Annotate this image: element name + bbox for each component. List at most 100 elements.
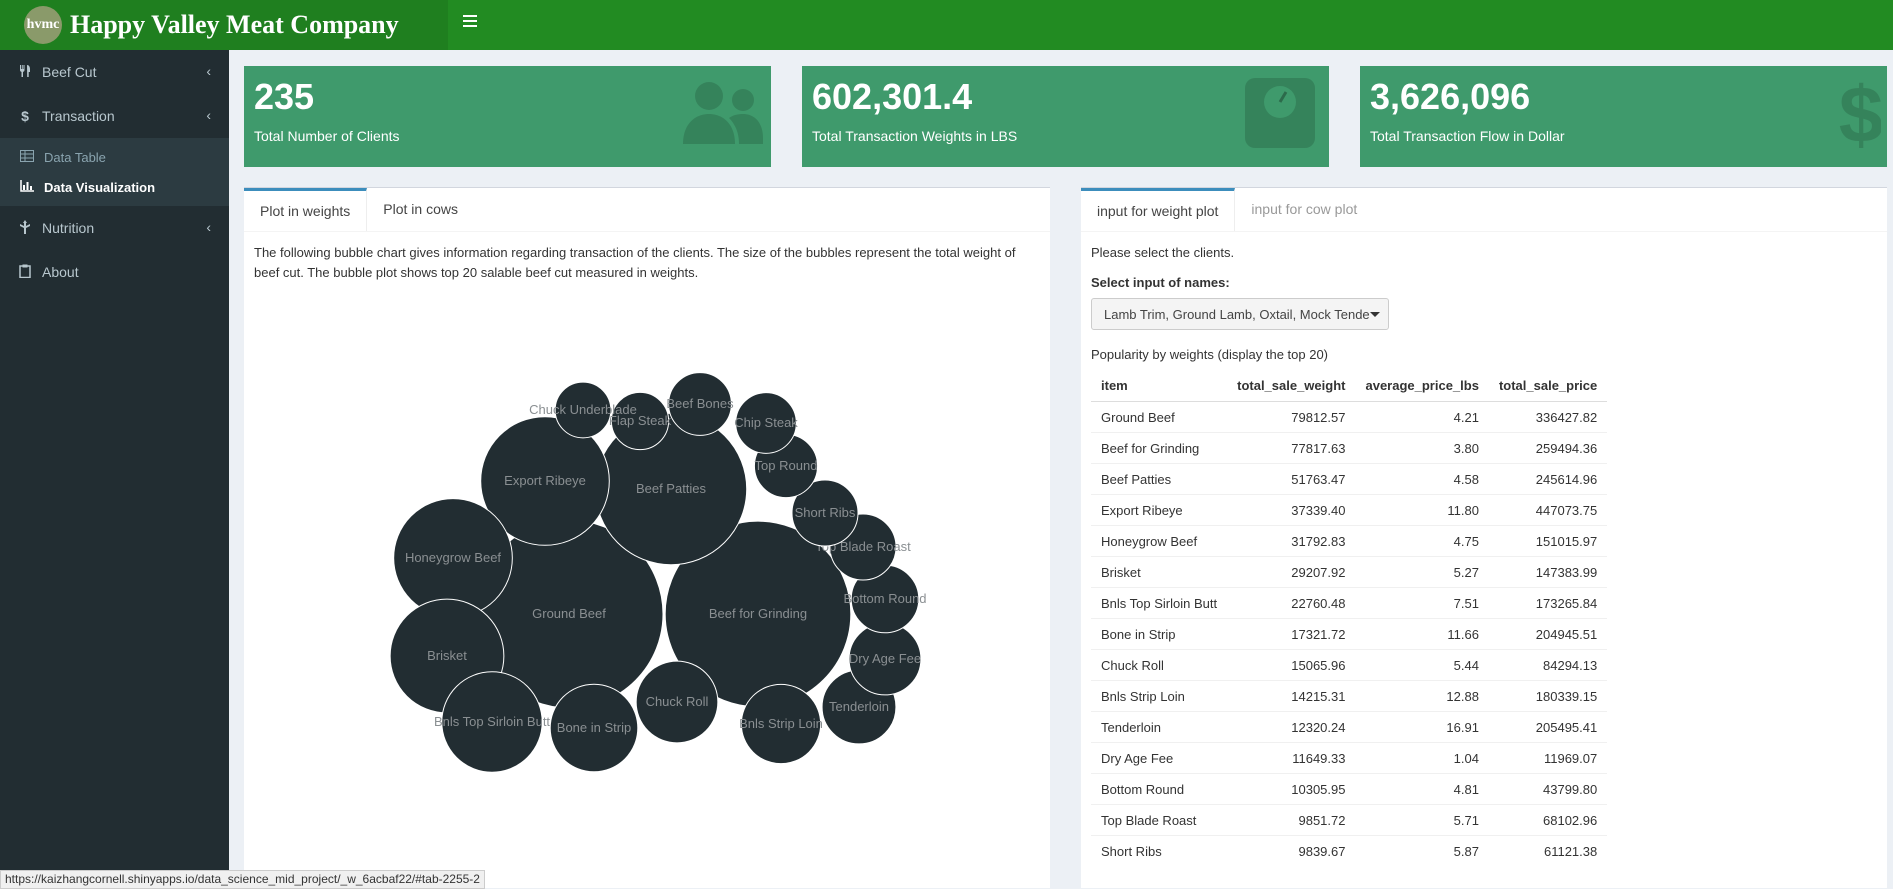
bubble-label: Tenderloin: [829, 699, 889, 714]
chevron-left-icon: ‹: [206, 107, 211, 123]
sidebar-item-data-table[interactable]: Data Table: [0, 142, 229, 172]
sidebar-item-beef-cut[interactable]: Beef Cut ‹: [0, 50, 229, 94]
value-box-label: Total Transaction Flow in Dollar: [1370, 128, 1565, 144]
plot-tabbox: Plot in weights Plot in cows The followi…: [244, 187, 1050, 888]
dollar-icon: $: [1839, 78, 1881, 148]
sidebar-subitem-label: Data Visualization: [44, 179, 156, 195]
table-row: Honeygrow Beef 31792.83 4.75 151015.97: [1091, 525, 1608, 557]
table-cell: 204945.51: [1488, 618, 1608, 650]
table-cell: 77817.63: [1227, 432, 1356, 464]
svg-text:$: $: [1839, 78, 1881, 148]
column-header[interactable]: average_price_lbs: [1355, 370, 1489, 402]
table-row: Bnls Top Sirloin Butt 22760.48 7.51 173265.…: [1091, 587, 1608, 619]
value-box-number: 602,301.4: [812, 76, 973, 117]
input-tabs: input for weight plot input for cow plot: [1081, 188, 1887, 232]
users-icon: [683, 82, 763, 144]
table-cell: 29207.92: [1227, 556, 1356, 588]
table-header-row: item total_sale_weight average_price_lbs…: [1091, 370, 1608, 402]
table-cell: 1.04: [1355, 742, 1489, 774]
value-box-dollars: 3,626,096 Total Transaction Flow in Doll…: [1360, 66, 1887, 167]
top-navbar: hvmc Happy Valley Meat Company: [0, 0, 1893, 50]
value-box-label: Total Transaction Weights in LBS: [812, 128, 1018, 144]
table-cell: 11.66: [1355, 618, 1489, 650]
table-cell: Chuck Roll: [1091, 649, 1228, 681]
utensils-icon: [16, 64, 34, 81]
bubble-label: Dry Age Fee: [849, 651, 921, 666]
table-row: Bnls Strip Loin 14215.31 12.88 180339.15: [1091, 680, 1608, 712]
select-label: Select input of names:: [1091, 275, 1230, 290]
tab-plot-in-cows[interactable]: Plot in cows: [367, 188, 474, 231]
column-header[interactable]: total_sale_weight: [1227, 370, 1356, 402]
table-cell: 4.75: [1355, 525, 1489, 557]
table-cell: Bnls Top Sirloin Butt: [1091, 587, 1228, 619]
bubble-label: Top Round: [755, 458, 818, 473]
table-cell: 15065.96: [1227, 649, 1356, 681]
table-cell: 61121.38: [1488, 835, 1608, 866]
select-prompt: Please select the clients.: [1091, 245, 1235, 260]
table-cell: 4.21: [1355, 401, 1489, 433]
table-row: Beef Patties 51763.47 4.58 245614.96: [1091, 463, 1608, 495]
table-cell: Tenderloin: [1091, 711, 1228, 743]
table-cell: 16.91: [1355, 711, 1489, 743]
value-box-label: Total Number of Clients: [254, 128, 400, 144]
tab-input-cow-plot[interactable]: input for cow plot: [1235, 188, 1373, 231]
weight-scale-icon: [1245, 78, 1315, 148]
chevron-left-icon: ‹: [206, 219, 211, 235]
column-header[interactable]: item: [1091, 370, 1228, 402]
table-cell: 31792.83: [1227, 525, 1356, 557]
client-select-dropdown[interactable]: Lamb Trim, Ground Lamb, Oxtail, Mock Ten…: [1091, 298, 1389, 330]
table-caption: Popularity by weights (display the top 2…: [1091, 347, 1329, 362]
table-cell: 147383.99: [1488, 556, 1608, 588]
tab-input-weight-plot[interactable]: input for weight plot: [1081, 188, 1236, 231]
table-cell: Beef for Grinding: [1091, 432, 1228, 464]
table-cell: 11969.07: [1488, 742, 1608, 774]
table-cell: 4.81: [1355, 773, 1489, 805]
table-cell: Brisket: [1091, 556, 1228, 588]
logo-area[interactable]: hvmc Happy Valley Meat Company: [0, 0, 448, 50]
table-cell: 5.44: [1355, 649, 1489, 681]
nutrition-icon: [16, 219, 34, 237]
bubble-label: Chuck Underblade: [529, 402, 637, 417]
table-cell: 84294.13: [1488, 649, 1608, 681]
sidebar-item-transaction[interactable]: $ Transaction ‹: [0, 94, 229, 138]
bubble-label: Bone in Strip: [557, 720, 631, 735]
bubble-chart: Ground Beef Beef for Grinding Beef Patties…: [389, 372, 927, 773]
tab-plot-in-weights[interactable]: Plot in weights: [244, 188, 368, 231]
sidebar-toggle-icon[interactable]: [463, 13, 477, 27]
table-row: Beef for Grinding 77817.63 3.80 259494.36: [1091, 432, 1608, 464]
chevron-left-icon: ‹: [206, 63, 211, 79]
bubble-label: Brisket: [427, 648, 467, 663]
bubble-label: Chuck Roll: [646, 694, 709, 709]
table-row: Bone in Strip 17321.72 11.66 204945.51: [1091, 618, 1608, 650]
status-bar-url: https://kaizhangcornell.shinyapps.io/dat…: [0, 870, 485, 889]
bar-chart-icon: [18, 179, 36, 195]
table-cell: Bnls Strip Loin: [1091, 680, 1228, 712]
table-cell: 259494.36: [1488, 432, 1608, 464]
table-cell: 245614.96: [1488, 463, 1608, 495]
sidebar-item-data-visualization[interactable]: Data Visualization: [0, 172, 229, 202]
table-cell: 22760.48: [1227, 587, 1356, 619]
column-header[interactable]: total_sale_price: [1488, 370, 1608, 402]
table-cell: 336427.82: [1488, 401, 1608, 433]
bubble-label: Ground Beef: [532, 606, 606, 621]
plot-description: The following bubble chart gives informa…: [254, 245, 1016, 280]
table-cell: 9851.72: [1227, 804, 1356, 836]
sidebar-item-about[interactable]: About: [0, 250, 229, 294]
bubble-label: Beef for Grinding: [709, 606, 807, 621]
bubble-label: Bnls Strip Loin: [739, 716, 823, 731]
table-cell: Export Ribeye: [1091, 494, 1228, 526]
table-cell: 17321.72: [1227, 618, 1356, 650]
table-cell: 10305.95: [1227, 773, 1356, 805]
sidebar-item-nutrition[interactable]: Nutrition ‹: [0, 206, 229, 250]
select-value: Lamb Trim, Ground Lamb, Oxtail, Mock Ten…: [1104, 307, 1370, 322]
sidebar-item-label: Transaction: [42, 108, 115, 124]
table-cell: 151015.97: [1488, 525, 1608, 557]
table-cell: 12320.24: [1227, 711, 1356, 743]
table-cell: 3.80: [1355, 432, 1489, 464]
table-cell: 12.88: [1355, 680, 1489, 712]
table-cell: Ground Beef: [1091, 401, 1228, 433]
table-icon: [18, 149, 36, 165]
table-cell: 4.58: [1355, 463, 1489, 495]
table-row: Brisket 29207.92 5.27 147383.99: [1091, 556, 1608, 588]
app-title: Happy Valley Meat Company: [70, 10, 399, 39]
